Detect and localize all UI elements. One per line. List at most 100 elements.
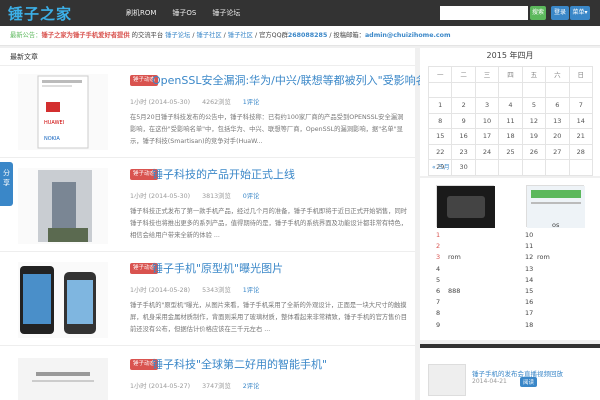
post-views: 5343浏览 [202,287,231,294]
svg-text:HUAWEI: HUAWEI [44,120,64,126]
calendar-day: 28 [568,143,594,160]
search-button[interactable]: 搜索 [530,6,546,20]
weekday-header: 日 [568,66,594,83]
search-input[interactable] [440,6,528,20]
qq-number: 268088285 [287,32,328,39]
calendar-day: 2 [451,97,476,114]
calendar-day: 4 [498,97,523,114]
calendar-day: 1 [427,97,453,114]
weekday-header: 六 [545,66,570,83]
calendar-day [545,81,570,98]
ranking-number: 9 [436,320,441,329]
calendar-day [498,159,523,176]
ranking-number: 8 [436,309,441,318]
ranking-item[interactable]: 5 [436,276,448,284]
calendar-day: 22 [427,143,453,160]
document-image: HUAWEI NOKIA [37,75,89,149]
ranking-item[interactable]: 2 [436,242,448,250]
post-title[interactable]: 锤子科技"全球第二好用的智能手机" [152,356,327,372]
calendar-day: 9 [451,112,476,129]
ranking-item[interactable]: 12 rom [525,253,550,261]
ranking-item[interactable]: 17 [525,309,537,317]
ranking-os-label: os [552,221,560,229]
site-logo[interactable]: 锤子之家 [8,3,72,24]
post-date: 1小时 (2014-05-28) [130,287,191,294]
post-date: 1小时 (2014-05-30) [130,193,191,200]
post-excerpt: 锤子科技正式发布了第一款手机产品，经过几个月的准备，锤子手机即将于近日正式开始销… [130,208,408,239]
ranking-item[interactable]: 9 [436,321,448,329]
ranking-number: 17 [525,309,534,318]
ranking-text: rom [448,253,461,262]
nav-item-os[interactable]: 锤子OS [164,0,204,26]
post-item: 锤子动态 锤子科技的产品开始正式上线 1小时 (2014-05-30) 3813… [0,160,415,252]
calendar-day [521,81,547,98]
menu-button[interactable]: 菜单▾ [570,6,590,20]
ranking-thumbnail[interactable] [436,185,495,228]
latest-thumbnail[interactable] [428,364,466,396]
section-heading: 最新文章 [0,48,415,66]
community-link-2[interactable]: 锤子社区 [228,32,253,39]
calendar-day [568,159,594,176]
calendar-day: 20 [545,128,570,145]
nav-item-rom[interactable]: 刷机ROM [118,0,164,26]
calendar-day: 21 [568,128,594,145]
ranking-number: 5 [436,275,441,284]
post-thumbnail[interactable] [18,358,108,400]
calendar-day: 15 [427,128,453,145]
post-thumbnail[interactable] [18,168,108,244]
calendar-day [545,159,570,176]
ranking-item[interactable]: 7 [436,298,448,306]
calendar-day: 12 [521,112,547,129]
ranking-item[interactable]: 15 [525,287,537,295]
post-title[interactable]: OpenSSL安全漏洞:华为/中兴/联想等都被列入"受影响名单" [152,72,443,88]
calendar-day: 5 [521,97,547,114]
ranking-item[interactable]: 1 [436,231,448,239]
community-link[interactable]: 锤子社区 [196,32,221,39]
post-meta: 1小时 (2014-05-30) 4262浏览 1评论 [130,97,269,106]
ranking-item[interactable]: 13 [525,265,537,273]
nav-item-forum[interactable]: 锤子论坛 [204,0,248,26]
share-button[interactable]: 分享 [0,162,13,206]
post-meta: 1小时 (2014-05-28) 5343浏览 1评论 [130,285,269,294]
ranking-item[interactable]: 8 [436,309,448,317]
announcement-text-2: 的交流平台 [129,32,166,39]
ranking-text: rom [537,253,550,262]
latest-date: 2014-04-21 [472,378,507,385]
ranking-item[interactable]: 4 [436,265,448,273]
calendar-day: 11 [498,112,523,129]
post-title[interactable]: 锤子科技的产品开始正式上线 [152,166,295,182]
post-comments[interactable]: 1评论 [243,99,260,106]
post-thumbnail[interactable] [18,262,108,338]
post-comments[interactable]: 1评论 [243,287,260,294]
mail-link[interactable]: admin@chuizihome.com [365,32,451,39]
calendar-day: 23 [451,143,476,160]
ranking-item[interactable]: 10 [525,231,537,239]
post-meta: 1小时 (2014-05-27) 3747浏览 2评论 [130,381,269,390]
ranking-item[interactable]: 18 [525,321,537,329]
post-comments[interactable]: 2评论 [243,383,260,390]
widget-divider [420,344,600,348]
forum-link[interactable]: 锤子论坛 [165,32,190,39]
calendar-prev-link[interactable]: « 三月 [432,162,450,171]
latest-read-button[interactable]: 阅读 [520,377,538,387]
ranking-item[interactable]: 11 [525,242,537,250]
post-thumbnail[interactable]: HUAWEI NOKIA [18,74,108,150]
calendar-day: 10 [474,112,500,129]
ranking-item[interactable]: 3 rom [436,253,461,261]
ranking-number: 18 [525,320,534,329]
post-comments[interactable]: 0评论 [243,193,260,200]
post-excerpt: 锤子手机的"原型机"曝光，从图片来看，锤子手机采用了全新的外观设计，正面是一块大… [130,302,408,333]
post-date: 1小时 (2014-05-27) [130,383,191,390]
calendar-day [474,81,500,98]
ranking-item[interactable]: 14 [525,276,537,284]
ranking-text: 888 [448,287,461,295]
post-views: 4262浏览 [202,99,231,106]
login-button[interactable]: 登录 [551,6,569,20]
calendar-day: 24 [474,143,500,160]
post-title[interactable]: 锤子手机"原型机"曝光图片 [152,260,283,276]
post-item: 锤子动态 锤子科技"全球第二好用的智能手机" 1小时 (2014-05-27) … [0,350,415,400]
latest-title[interactable]: 锤子手机的发布会直播视频回放 [472,368,563,378]
calendar-day [474,159,500,176]
ranking-item[interactable]: 6 888 [436,287,460,295]
ranking-item[interactable]: 16 [525,298,537,306]
